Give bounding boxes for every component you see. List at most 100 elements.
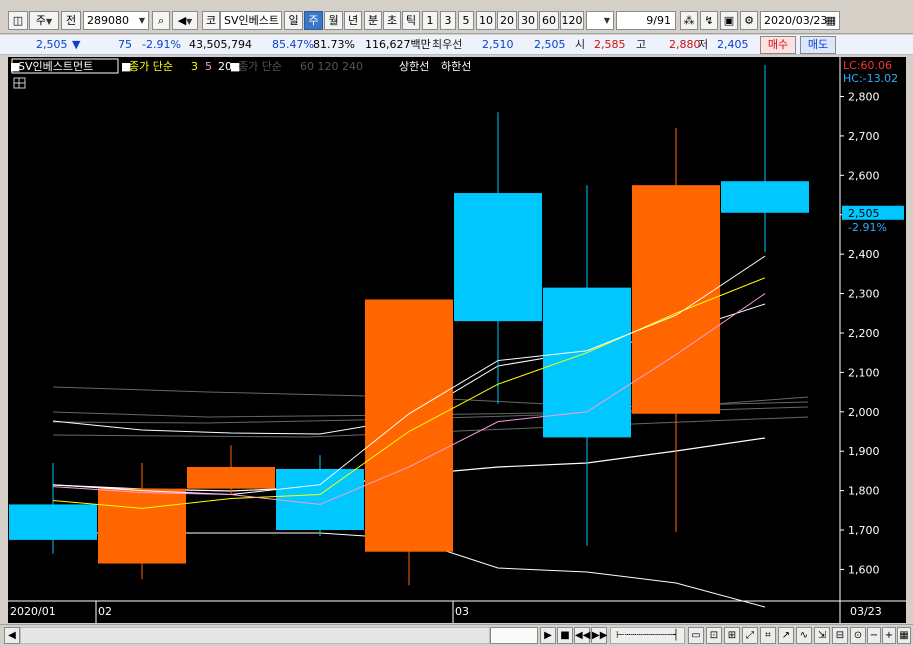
chevron-down-icon: ▼ — [603, 16, 610, 25]
range-button-10[interactable]: 10 — [476, 11, 496, 30]
open-label: 시 — [575, 38, 586, 51]
zoom-out-icon[interactable]: − — [867, 627, 881, 644]
tool-icon-8[interactable]: ⇲ — [814, 627, 830, 644]
speaker-icon[interactable]: ◀▼ — [172, 11, 198, 30]
range-button-5[interactable]: 5 — [458, 11, 474, 30]
stock-code-input[interactable]: 289080 ▼ — [83, 11, 149, 30]
tool-icon-1[interactable]: ▭ — [688, 627, 704, 644]
high-price: 2,880 — [669, 38, 701, 51]
save-icon[interactable]: ▣ — [720, 11, 738, 30]
x-tick-label: 2020/01 — [10, 605, 56, 618]
grid-settings-icon[interactable]: ⁂ — [680, 11, 698, 30]
low-label: 저 — [698, 38, 709, 51]
open-price: 2,585 — [594, 38, 626, 51]
price-chart[interactable]: 1,600 1,700 1,800 1,900 2,000 2,100 2,200 2,300… — [8, 57, 906, 623]
candle-body — [187, 466, 275, 489]
play-icon[interactable]: ▶ — [540, 627, 556, 644]
legend-ma5: 5 — [205, 60, 212, 73]
low-price: 2,405 — [717, 38, 749, 51]
candle-body — [454, 193, 542, 322]
tool-icon-3[interactable]: ⊞ — [724, 627, 740, 644]
tool-icon-7[interactable]: ∿ — [796, 627, 812, 644]
search-icon[interactable]: ⌕ — [152, 11, 170, 30]
period-day-button[interactable]: 일 — [284, 11, 303, 30]
range-button-1[interactable]: 1 — [422, 11, 438, 30]
stock-code-value: 289080 — [87, 14, 129, 27]
x-tick-label: 02 — [98, 605, 112, 618]
x-tick-label: 03/23 — [850, 605, 882, 618]
rewind-icon[interactable]: ◀◀ — [574, 627, 590, 644]
stop-icon[interactable]: ■ — [557, 627, 573, 644]
tool-icon-5[interactable]: ⌗ — [760, 627, 776, 644]
range-button-30[interactable]: 30 — [518, 11, 538, 30]
tool-icon-2[interactable]: ⊡ — [706, 627, 722, 644]
calendar-icon: ▦ — [825, 14, 836, 27]
current-price-tag-value: 2,505 — [848, 207, 880, 220]
period-week-button[interactable]: 주 — [304, 11, 323, 30]
chart-status-bar: ◀ ▶ ■ ◀◀ ▶▶ ⊢┄┄┄┄┄┄┄┄┤ ▭ ⊡ ⊞ ⤢ ⌗ ↗ ∿ ⇲ ⊟… — [0, 624, 913, 646]
turnover-ratio: 81.73% — [313, 38, 355, 51]
zoom-slider[interactable]: ⊢┄┄┄┄┄┄┄┄┤ — [610, 627, 685, 644]
stock-name[interactable]: SV인베스트 — [220, 11, 282, 30]
price-change-pct: -2.91% — [142, 38, 181, 51]
legend-long-ma-periods: 60 120 240 — [300, 60, 363, 73]
chart-line-icon[interactable]: ↯ — [700, 11, 718, 30]
zoom-icon[interactable]: ⊙ — [850, 627, 866, 644]
date-input[interactable]: 2020/03/23 ▦ — [760, 11, 840, 30]
fast-forward-icon[interactable]: ▶▶ — [591, 627, 607, 644]
price-change: 75 — [118, 38, 132, 51]
intraday-minute-button[interactable]: 분 — [364, 11, 382, 30]
zoom-in-icon[interactable]: + — [882, 627, 896, 644]
legend-stock-name: SV인베스트먼트 — [18, 60, 93, 73]
prev-button[interactable]: 전 — [61, 11, 81, 30]
range-button-3[interactable]: 3 — [440, 11, 456, 30]
y-tick-label: 2,100 — [848, 366, 880, 379]
chart-type-label: 주 — [35, 14, 46, 27]
candle-body — [9, 504, 97, 540]
range-button-120[interactable]: 120 — [560, 11, 584, 30]
trade-amount: 116,627백만 — [365, 38, 431, 51]
scroll-left-icon[interactable]: ◀ — [4, 627, 20, 644]
volume: 43,505,794 — [189, 38, 252, 51]
legend-limit-up: 상한선 — [399, 60, 429, 73]
period-year-button[interactable]: 년 — [344, 11, 362, 30]
hc-indicator: HC:-13.02 — [843, 72, 898, 85]
tool-icon-9[interactable]: ⊟ — [832, 627, 848, 644]
intraday-second-button[interactable]: 초 — [383, 11, 401, 30]
candle-body — [721, 181, 809, 213]
y-tick-label: 1,900 — [848, 445, 880, 458]
best-ask: 2,510 — [482, 38, 514, 51]
intraday-tick-button[interactable]: 틱 — [402, 11, 420, 30]
candle-body — [98, 488, 186, 564]
range-button-60[interactable]: 60 — [539, 11, 559, 30]
sell-button[interactable]: 매도 — [800, 36, 836, 54]
buy-button[interactable]: 매수 — [760, 36, 796, 54]
y-tick-label: 2,600 — [848, 169, 880, 182]
tool-icon-6[interactable]: ↗ — [778, 627, 794, 644]
y-tick-label: 1,800 — [848, 485, 880, 498]
range-select[interactable]: ▼ — [586, 11, 614, 30]
high-label: 고 — [636, 38, 647, 51]
y-tick-label: 2,000 — [848, 406, 880, 419]
x-tick-label: 03 — [455, 605, 469, 618]
gear-icon[interactable]: ⚙ — [740, 11, 758, 30]
chart-toolbar: ◫ 주▼ 전 289080 ▼ ⌕ ◀▼ 코 SV인베스트 일 주 월 년 분 초… — [0, 0, 913, 34]
y-tick-label: 2,200 — [848, 327, 880, 340]
period-month-button[interactable]: 월 — [324, 11, 343, 30]
candle-body — [632, 185, 720, 414]
page-indicator: 9/91 — [616, 11, 676, 30]
y-tick-label: 2,300 — [848, 288, 880, 301]
horizontal-scrollbar-thumb[interactable] — [490, 627, 538, 644]
chart-menu-icon[interactable]: ◫ — [8, 11, 28, 30]
candle-body — [276, 468, 364, 531]
quote-bar: 2,505 ▼ 75 -2.91% 43,505,794 85.47% 81.7… — [0, 35, 913, 55]
chart-type-select[interactable]: 주▼ — [29, 11, 59, 30]
down-arrow-icon: ▼ — [72, 38, 81, 51]
market-label: 코 — [202, 11, 220, 30]
candle-body — [365, 299, 453, 552]
tool-icon-4[interactable]: ⤢ — [742, 627, 758, 644]
grid-view-icon[interactable]: ▦ — [897, 627, 911, 644]
date-value: 2020/03/23 — [764, 14, 828, 27]
horizontal-scrollbar-track[interactable] — [20, 627, 490, 644]
range-button-20[interactable]: 20 — [497, 11, 517, 30]
